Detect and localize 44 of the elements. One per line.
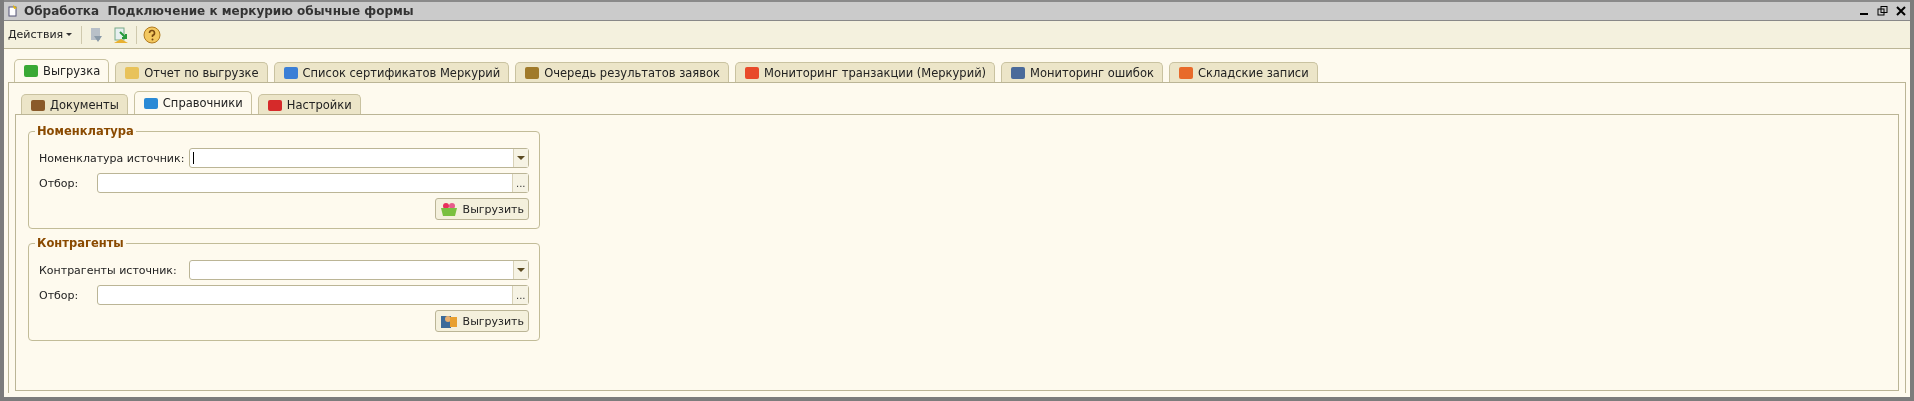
input-field[interactable] [189,260,529,280]
select-button[interactable]: ... [512,286,528,304]
basket-icon [439,201,458,217]
tab-icon [282,64,299,81]
tab[interactable]: Отчет по выгрузке [115,62,268,82]
people-icon [439,313,458,329]
window-title: Обработка Подключение к меркурию обычные формы [24,4,414,18]
tab[interactable]: Складские записи [1168,62,1318,82]
group-title: Номенклатура [35,124,136,138]
tab-icon [744,64,761,81]
caret-icon [66,32,74,37]
text-cursor [193,152,194,164]
tab[interactable]: Справочники [133,91,252,114]
dropdown-icon[interactable] [513,149,528,167]
restore-icon[interactable] [1877,6,1888,16]
tab[interactable]: Мониторинг транзакции (Меркурий) [735,62,996,82]
app-icon [8,5,18,17]
upload-button[interactable]: Выгрузить [434,310,529,332]
tab[interactable]: Выгрузка [14,59,110,82]
tab-icon [524,64,541,81]
tab[interactable]: Мониторинг ошибок [1001,62,1163,82]
input-field[interactable]: ... [97,173,529,193]
group-title: Контрагенты [35,236,126,250]
tab-icon [23,63,39,79]
tab-icon [1177,64,1194,81]
tab-icon [1010,64,1027,81]
tab[interactable]: Очередь результатов заявок [515,62,730,82]
actions-menu[interactable]: Действия [6,28,76,41]
help-icon[interactable] [143,25,162,44]
input-field[interactable] [189,148,529,168]
tab[interactable]: Документы [21,94,128,114]
field-label: Номенклатура источник: [39,151,186,165]
tab-icon [124,64,141,81]
field-label: Отбор: [39,288,80,302]
tab[interactable]: Настройки [257,94,361,114]
dropdown-icon[interactable] [513,261,528,279]
input-field[interactable]: ... [97,285,529,305]
upload-button[interactable]: Выгрузить [434,198,529,220]
field-label: Контрагенты источник: [39,263,178,277]
field-label: Отбор: [39,176,80,190]
close-icon[interactable] [1896,6,1906,16]
tab[interactable]: Список сертификатов Меркурий [273,62,510,82]
select-button[interactable]: ... [512,174,528,192]
tab-icon [142,95,159,111]
